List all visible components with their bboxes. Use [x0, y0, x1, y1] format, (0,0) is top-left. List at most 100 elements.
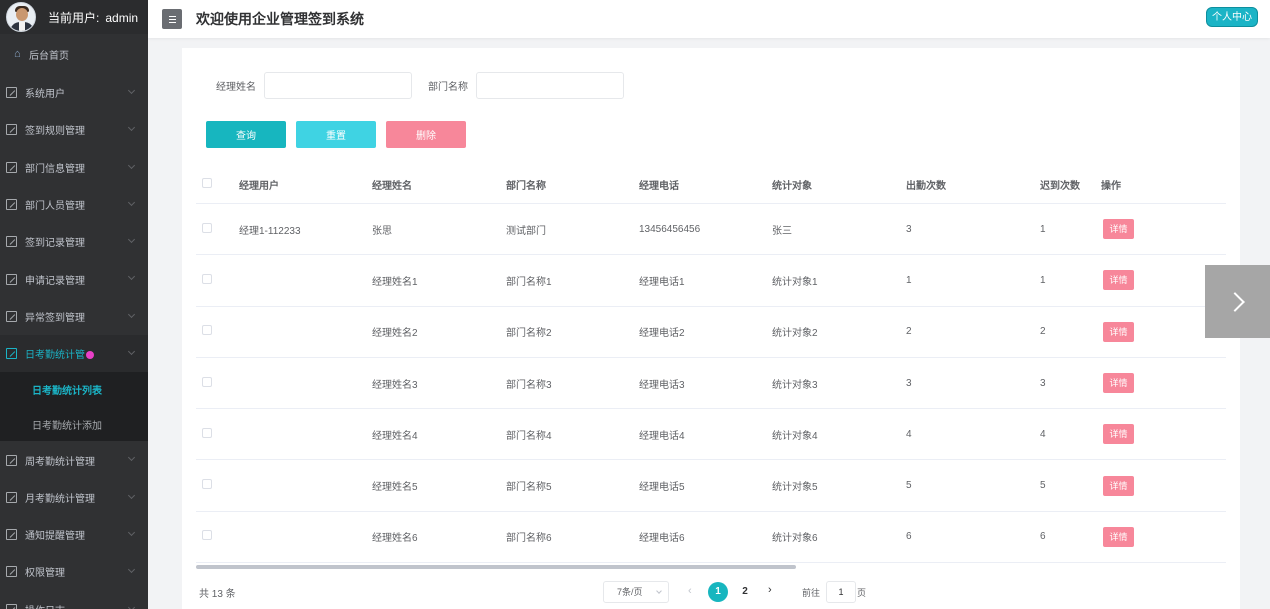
- current-user-label: 当前用户:: [48, 10, 100, 25]
- sidebar-item[interactable]: 系统用户: [0, 74, 148, 111]
- detail-button[interactable]: 详情: [1103, 270, 1134, 291]
- sidebar-item-label: 申请记录管理: [25, 275, 85, 287]
- column-header: 统计对象: [772, 180, 812, 192]
- page-title: 欢迎使用企业管理签到系统: [196, 11, 364, 27]
- page-size-value: 7条/页: [617, 587, 643, 597]
- sidebar-item[interactable]: 通知提醒管理: [0, 516, 148, 553]
- row-checkbox[interactable]: [202, 427, 212, 438]
- detail-button[interactable]: 详情: [1103, 321, 1134, 342]
- table-cell: 部门名称2: [506, 328, 552, 340]
- column-header: 操作: [1101, 180, 1121, 192]
- chevron-down-icon: [127, 124, 136, 132]
- column-header: 迟到次数: [1040, 180, 1080, 192]
- table-cell: 部门名称3: [506, 379, 552, 391]
- sidebar-item-label: 异常签到管理: [25, 312, 85, 324]
- submenu-item[interactable]: 日考勤统计添加: [0, 407, 148, 442]
- page-size-select[interactable]: 7条/页: [603, 581, 669, 603]
- detail-button[interactable]: 详情: [1103, 526, 1134, 547]
- table-cell: 4: [1040, 428, 1046, 440]
- submenu-item[interactable]: 日考勤统计列表: [0, 372, 148, 407]
- goto-page-input[interactable]: 1: [826, 581, 856, 603]
- sidebar-item-home[interactable]: ⌂ 后台首页: [0, 34, 148, 74]
- sidebar-item-label: 系统用户: [25, 89, 65, 101]
- pagination: 共 13 条 7条/页 ‹ 1 2 › 前往 1 页: [182, 580, 1240, 604]
- table-cell: 张思: [372, 225, 392, 237]
- prev-page-icon[interactable]: ‹: [688, 585, 692, 597]
- column-header: 部门名称: [506, 180, 546, 192]
- table-cell: 部门名称5: [506, 482, 552, 494]
- menu-toggle-icon[interactable]: [162, 9, 182, 29]
- reset-button[interactable]: 重置: [296, 121, 376, 148]
- row-checkbox[interactable]: [202, 222, 212, 233]
- page-1-button[interactable]: 1: [708, 582, 728, 602]
- table-cell: 经理姓名1: [372, 276, 418, 288]
- column-header: 出勤次数: [906, 180, 946, 192]
- row-checkbox[interactable]: [202, 479, 212, 490]
- sidebar-item[interactable]: 异常签到管理: [0, 298, 148, 335]
- edit-icon: [6, 348, 17, 360]
- table-cell: 经理电话2: [639, 328, 685, 340]
- edit-icon: [6, 491, 17, 503]
- sidebar-item[interactable]: 月考勤统计管理: [0, 479, 148, 516]
- manager-name-input[interactable]: [264, 71, 412, 99]
- row-checkbox[interactable]: [202, 530, 212, 541]
- column-header: 经理电话: [639, 180, 679, 192]
- sidebar-item-label: 部门人员管理: [25, 201, 85, 213]
- table-cell: 1: [906, 274, 912, 286]
- select-all-checkbox[interactable]: [202, 177, 212, 188]
- sidebar-menu: ⌂ 后台首页 系统用户签到规则管理部门信息管理部门人员管理签到记录管理申请记录管…: [0, 34, 148, 609]
- home-icon: ⌂: [14, 47, 21, 60]
- chevron-down-icon: [127, 310, 136, 318]
- edit-icon: [6, 87, 17, 99]
- goto-label: 前往: [802, 588, 821, 598]
- avatar[interactable]: [6, 2, 36, 32]
- sidebar-item[interactable]: 签到记录管理: [0, 223, 148, 260]
- next-slide-button[interactable]: [1205, 265, 1270, 338]
- detail-button[interactable]: 详情: [1103, 475, 1134, 496]
- detail-button[interactable]: 详情: [1103, 424, 1134, 445]
- horizontal-scrollbar[interactable]: [196, 565, 796, 569]
- sidebar-item-label: 操作日志: [25, 602, 65, 609]
- sidebar-item[interactable]: 申请记录管理: [0, 260, 148, 297]
- table-cell: 部门名称1: [506, 276, 552, 288]
- next-page-icon[interactable]: ›: [768, 584, 772, 596]
- table-cell: 13456456456: [639, 223, 701, 235]
- header: 欢迎使用企业管理签到系统 个人中心: [148, 0, 1270, 38]
- sidebar-item[interactable]: 部门信息管理: [0, 149, 148, 186]
- table-cell: 经理姓名4: [372, 430, 418, 442]
- sidebar-item[interactable]: 周考勤统计管理: [0, 441, 148, 478]
- table-cell: 测试部门: [506, 225, 546, 237]
- chevron-down-icon: [127, 198, 136, 206]
- personal-center-button[interactable]: 个人中心: [1206, 7, 1258, 27]
- user-box: 当前用户: admin: [0, 0, 148, 34]
- dept-name-input[interactable]: [476, 71, 624, 99]
- detail-button[interactable]: 详情: [1103, 219, 1134, 240]
- sidebar-item[interactable]: 权限管理: [0, 553, 148, 590]
- table-cell: 统计对象5: [772, 482, 818, 494]
- table-cell: 张三: [772, 225, 792, 237]
- row-checkbox[interactable]: [202, 376, 212, 387]
- delete-button[interactable]: 删除: [386, 121, 466, 148]
- dept-name-label: 部门名称: [428, 81, 468, 93]
- page-2-button[interactable]: 2: [735, 582, 755, 602]
- row-checkbox[interactable]: [202, 273, 212, 284]
- sidebar-item-label: 周考勤统计管理: [25, 456, 95, 468]
- chevron-down-icon: [127, 454, 136, 462]
- sidebar-item[interactable]: 部门人员管理: [0, 186, 148, 223]
- search-button[interactable]: 查询: [206, 121, 286, 148]
- detail-button[interactable]: 详情: [1103, 373, 1134, 394]
- sidebar-item[interactable]: 签到规则管理: [0, 111, 148, 148]
- table-cell: 经理电话5: [639, 482, 685, 494]
- sidebar-item-label: 签到规则管理: [25, 126, 85, 138]
- table-cell: 统计对象4: [772, 430, 818, 442]
- main-card: 经理姓名 部门名称 查询 重置 删除 经理用户 经理姓名 部门名称 经理电话 统…: [182, 48, 1240, 609]
- column-header: 经理姓名: [372, 180, 412, 192]
- sidebar-item[interactable]: 操作日志: [0, 591, 148, 609]
- sidebar-item[interactable]: 日考勤统计管: [0, 335, 148, 373]
- sidebar-item-label: 通知提醒管理: [25, 531, 85, 543]
- row-checkbox[interactable]: [202, 325, 212, 336]
- table-cell: 部门名称6: [506, 533, 552, 545]
- chevron-right-icon: [1224, 291, 1245, 312]
- edit-icon: [6, 236, 17, 248]
- table-cell: 2: [1040, 326, 1046, 338]
